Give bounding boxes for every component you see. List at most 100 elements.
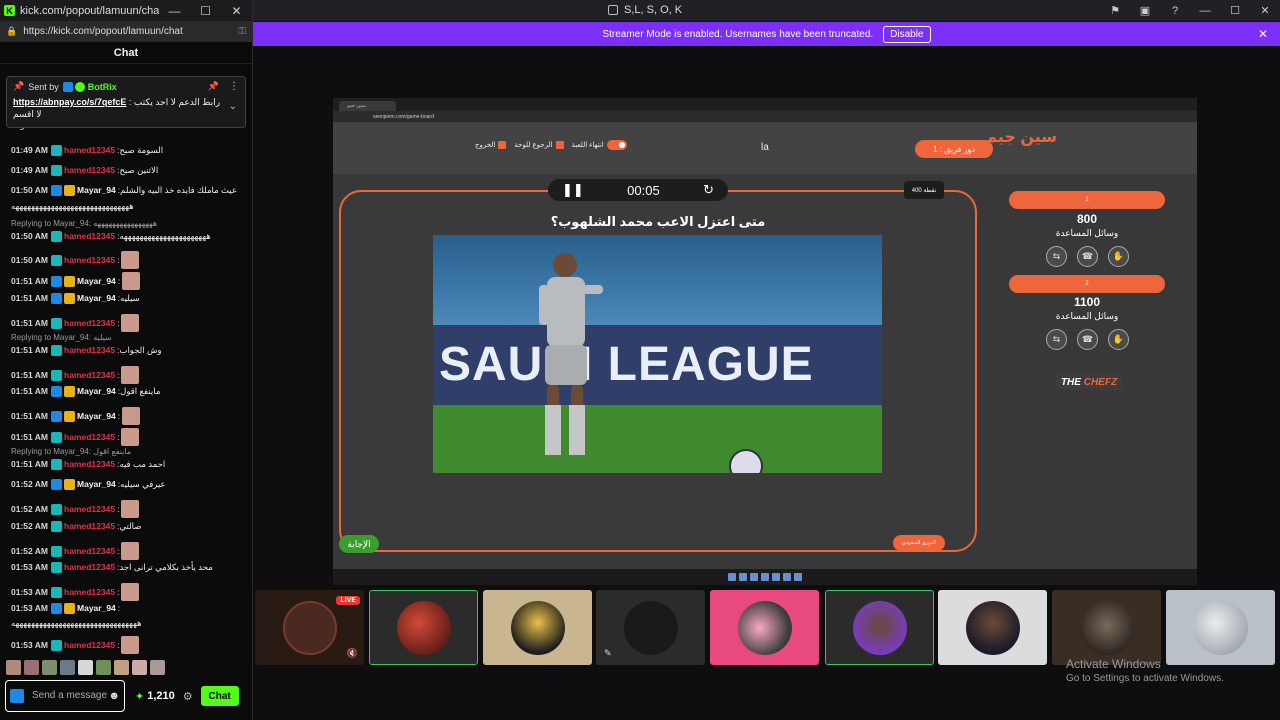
message-username[interactable]: hamed12345: [64, 255, 115, 266]
emote-button[interactable]: [24, 660, 39, 675]
pinned-bot-name[interactable]: BotRix: [88, 82, 117, 92]
participant-tile[interactable]: ✎: [596, 590, 705, 665]
maximize-icon[interactable]: ☐: [1220, 4, 1250, 17]
emoji-icon[interactable]: ☻: [108, 690, 120, 702]
participant-tile[interactable]: [369, 590, 478, 665]
message-username[interactable]: hamed12345: [64, 521, 115, 532]
unpin-icon[interactable]: 📌: [208, 81, 219, 92]
message-username[interactable]: hamed12345: [64, 370, 115, 381]
message-username[interactable]: Mayar_94: [77, 603, 116, 614]
key-icon[interactable]: ⚿: [238, 26, 246, 37]
screen-icon[interactable]: ▣: [1130, 4, 1160, 17]
reply-context[interactable]: Replying to Mayar_94: سيليه: [11, 333, 112, 342]
emote-button[interactable]: [150, 660, 165, 675]
swap-icon[interactable]: ⇆: [1046, 246, 1067, 267]
team-2-aids: ⇆ ☎ ✋: [1046, 329, 1129, 350]
close-icon[interactable]: ✕: [1250, 4, 1280, 17]
participant-tile[interactable]: [483, 590, 592, 665]
team-2-bar: 2: [1009, 275, 1165, 293]
message-username[interactable]: hamed12345: [64, 432, 115, 443]
message-timestamp: 01:50 AM: [11, 254, 49, 265]
participant-tile-stream[interactable]: LIVE 🔇: [255, 590, 364, 665]
answer-button[interactable]: الإجابة: [339, 535, 379, 553]
message-username[interactable]: Mayar_94: [77, 386, 116, 397]
hand-icon[interactable]: ✋: [1108, 329, 1129, 350]
message-username[interactable]: hamed12345: [64, 318, 115, 329]
remote-taskbar: [333, 569, 1197, 585]
message-username[interactable]: hamed12345: [64, 165, 115, 176]
maximize-icon[interactable]: ☐: [190, 4, 221, 18]
minimize-icon[interactable]: —: [159, 4, 190, 18]
minimize-icon[interactable]: —: [1190, 5, 1220, 17]
message-username[interactable]: hamed12345: [64, 562, 115, 573]
reply-context[interactable]: Replying to Mayar_94: ماينفع اقول: [11, 447, 131, 456]
message-username[interactable]: hamed12345: [64, 587, 115, 598]
participant-tile[interactable]: [710, 590, 819, 665]
chevron-down-icon[interactable]: ⌄: [229, 101, 237, 112]
reset-icon[interactable]: ↻: [703, 182, 714, 198]
message-username[interactable]: hamed12345: [64, 231, 115, 242]
participant-tile[interactable]: [825, 590, 934, 665]
shared-screen[interactable]: سين جيم seenjeem.com/game-board سين جيم …: [333, 98, 1197, 585]
close-icon[interactable]: ✕: [221, 4, 252, 18]
chat-input[interactable]: Send a message ☻: [5, 680, 125, 712]
message-username[interactable]: hamed12345: [64, 145, 115, 156]
swap-icon[interactable]: ⇆: [1046, 329, 1067, 350]
message-username[interactable]: Mayar_94: [77, 293, 116, 304]
message-username[interactable]: Mayar_94: [77, 411, 116, 422]
pinned-message[interactable]: 📌 Sent by BotRix 📌 ⋮ https://abnpay.co/s…: [6, 76, 246, 128]
disable-streamer-mode-button[interactable]: Disable: [883, 25, 931, 43]
message-username[interactable]: hamed12345: [64, 345, 115, 356]
participant-tile[interactable]: [1166, 590, 1275, 665]
more-options-icon[interactable]: ⋮: [229, 81, 239, 92]
speaker-muted-icon[interactable]: 🔇: [347, 648, 358, 659]
pause-icon[interactable]: ❚❚: [562, 182, 584, 198]
pinned-link[interactable]: https://abnpay.co/s/7qefcE: [13, 97, 126, 107]
emote-button[interactable]: [96, 660, 111, 675]
message-timestamp: 01:51 AM: [11, 369, 49, 380]
message-username[interactable]: Mayar_94: [77, 276, 116, 287]
browser-address-bar[interactable]: seenjeem.com/game-board: [333, 111, 1197, 122]
participant-tile[interactable]: [938, 590, 1047, 665]
message-username[interactable]: hamed12345: [64, 459, 115, 470]
phone-icon[interactable]: ☎: [1077, 329, 1098, 350]
message-username[interactable]: hamed12345: [64, 504, 115, 515]
emote-button[interactable]: [114, 660, 129, 675]
vip-crown-icon: [64, 293, 76, 304]
emote-button[interactable]: [60, 660, 75, 675]
message-username[interactable]: Mayar_94: [77, 185, 116, 196]
channel-points[interactable]: ✦ 1,210: [135, 690, 175, 703]
message-username[interactable]: hamed12345: [64, 546, 115, 557]
phone-icon[interactable]: ☎: [1077, 246, 1098, 267]
chat-url: https://kick.com/popout/lamuun/chat: [23, 26, 183, 37]
browser-tab[interactable]: سين جيم: [339, 100, 396, 111]
end-game-toggle[interactable]: انتهاء اللعبة: [572, 140, 627, 150]
emote-button[interactable]: [78, 660, 93, 675]
chat-send-button[interactable]: Chat: [200, 686, 239, 706]
pitch: [433, 405, 882, 473]
emote-button[interactable]: [132, 660, 147, 675]
hand-icon[interactable]: ✋: [1108, 246, 1129, 267]
exit-button[interactable]: الخروج: [475, 141, 507, 149]
reply-context[interactable]: Replying to Mayar_94: ههههههههههههههههه: [11, 219, 157, 228]
close-icon[interactable]: ✕: [1258, 27, 1268, 41]
message-username[interactable]: hamed12345: [64, 640, 115, 651]
message-username[interactable]: Mayar_94: [77, 479, 116, 490]
chat-message: 01:51 AM hamed12345 :وش الجواب: [11, 345, 248, 356]
participant-tile[interactable]: [1052, 590, 1161, 665]
sub-badge-icon: [51, 165, 63, 176]
chat-address-bar[interactable]: 🔒 https://kick.com/popout/lamuun/chat ⚿: [0, 21, 252, 42]
message-text: :السومة صبح: [117, 145, 164, 155]
call-window-titlebar: S,L, S, O, K ⚑ ▣ ? — ☐ ✕: [253, 0, 1280, 21]
emote-button[interactable]: [6, 660, 21, 675]
chat-message: 01:51 AM hamed12345 :احمد مب فيه: [11, 459, 248, 470]
emote-button[interactable]: [42, 660, 57, 675]
message-timestamp: 01:49 AM: [11, 145, 49, 155]
participant-avatar: [510, 600, 565, 655]
chat-message: 01:51 AM Mayar_94 :: [11, 272, 248, 290]
gear-icon[interactable]: ⚙: [183, 690, 193, 703]
help-icon[interactable]: ?: [1160, 5, 1190, 17]
back-to-board-button[interactable]: الرجوع للوحة: [514, 141, 564, 149]
chat-input-row: Send a message ☻ ✦ 1,210 ⚙ Chat: [5, 680, 249, 712]
flag-icon[interactable]: ⚑: [1100, 4, 1130, 17]
